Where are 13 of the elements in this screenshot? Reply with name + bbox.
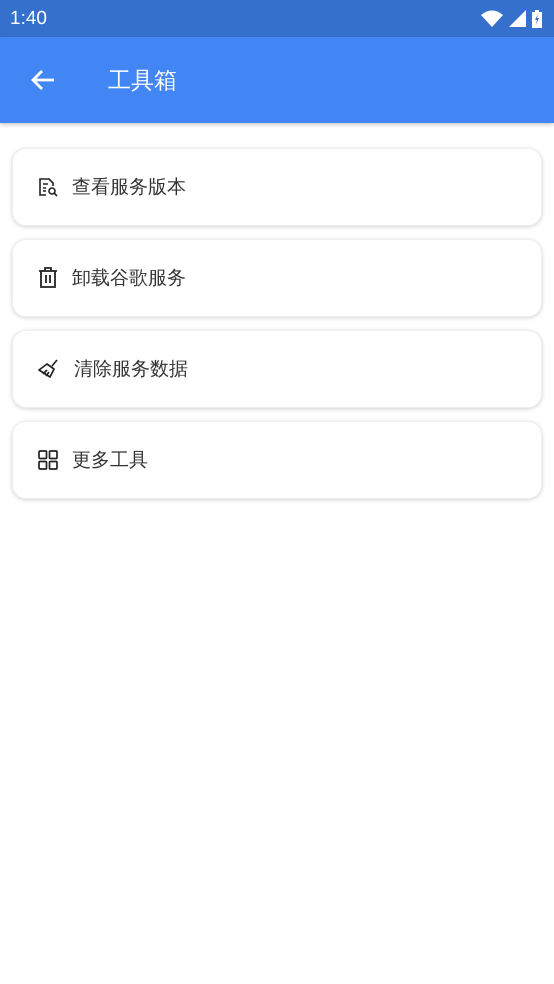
wifi-icon [481,10,503,27]
status-time: 1:40 [10,8,47,30]
tool-item[interactable]: 清除服务数据 [12,330,542,408]
document-search-icon [38,177,58,197]
trash-icon [38,267,58,289]
page-title: 工具箱 [108,66,177,96]
tool-item[interactable]: 查看服务版本 [12,148,542,226]
tool-item[interactable]: 更多工具 [12,421,542,499]
signal-icon [509,10,526,27]
grid-icon [38,450,58,470]
battery-icon [532,10,542,28]
tool-item[interactable]: 卸载谷歌服务 [12,239,542,317]
broom-icon [38,358,60,380]
